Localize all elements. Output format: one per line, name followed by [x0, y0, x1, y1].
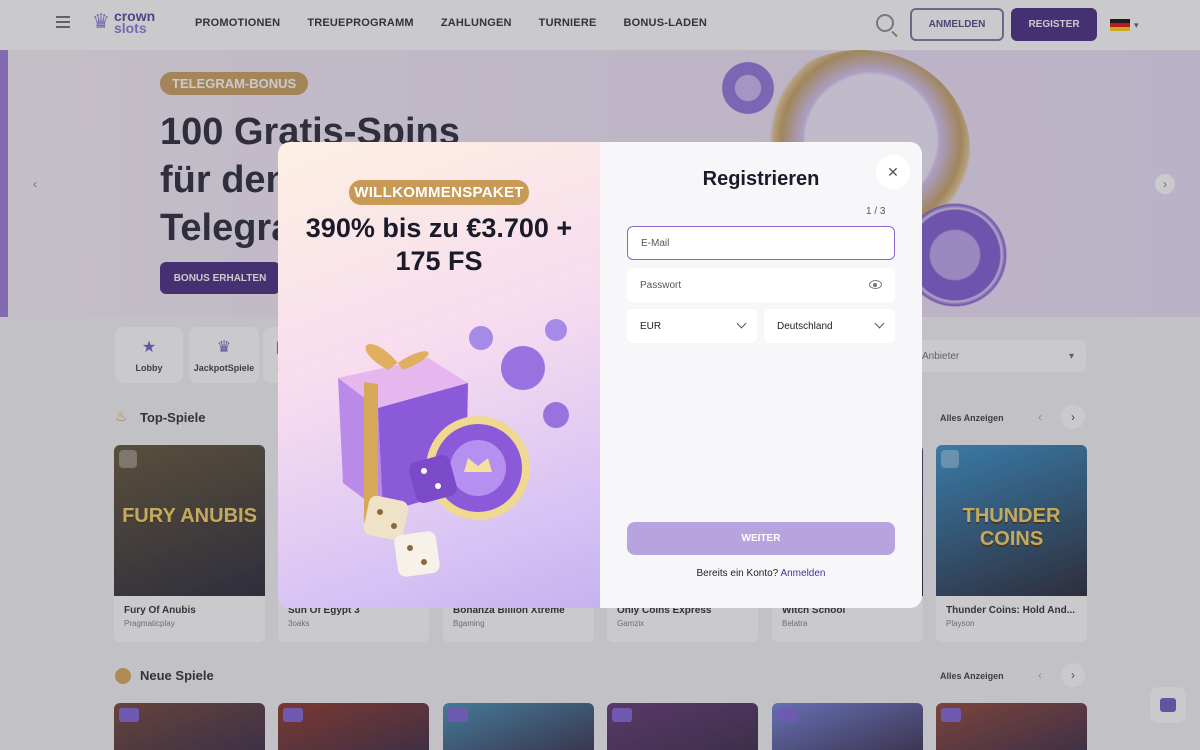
promo-headline-line-2: 175 FS	[395, 246, 483, 276]
step-indicator: 1 / 3	[866, 206, 886, 217]
already-account-label: Bereits ein Konto?	[696, 568, 779, 579]
small-chip-icon	[543, 402, 569, 428]
register-form-panel: Registrieren ✕ 1 / 3 E-Mail Passwort EUR…	[600, 142, 922, 608]
login-link[interactable]: Anmelden	[780, 568, 825, 579]
promo-headline: 390% bis zu €3.700 + 175 FS	[298, 212, 580, 278]
country-select[interactable]: Deutschland	[764, 309, 895, 343]
chevron-down-icon	[736, 318, 747, 329]
welcome-package-tag: WILLKOMMENSPAKET	[349, 180, 529, 205]
small-chip-icon	[545, 319, 567, 341]
promo-headline-line-1: 390% bis zu €3.700 +	[305, 213, 573, 243]
currency-select[interactable]: EUR	[627, 309, 757, 343]
gift-illustration	[338, 319, 569, 577]
country-value: Deutschland	[777, 320, 833, 332]
email-placeholder: E-Mail	[641, 237, 670, 249]
small-chip-icon	[469, 326, 493, 350]
continue-button[interactable]: WEITER	[627, 522, 895, 555]
promo-panel: WILLKOMMENSPAKET 390% bis zu €3.700 + 17…	[278, 142, 600, 608]
password-field[interactable]: Passwort	[627, 268, 895, 302]
register-modal: WILLKOMMENSPAKET 390% bis zu €3.700 + 17…	[278, 142, 922, 608]
modal-title: Registrieren	[702, 168, 820, 190]
email-field[interactable]: E-Mail	[627, 226, 895, 260]
close-icon[interactable]: ✕	[876, 155, 910, 189]
eye-icon[interactable]	[869, 280, 882, 289]
currency-value: EUR	[640, 320, 662, 332]
small-chip-icon	[501, 346, 545, 390]
already-account-text: Bereits ein Konto? Anmelden	[600, 568, 922, 579]
chevron-down-icon	[874, 318, 885, 329]
password-placeholder: Passwort	[640, 279, 682, 291]
